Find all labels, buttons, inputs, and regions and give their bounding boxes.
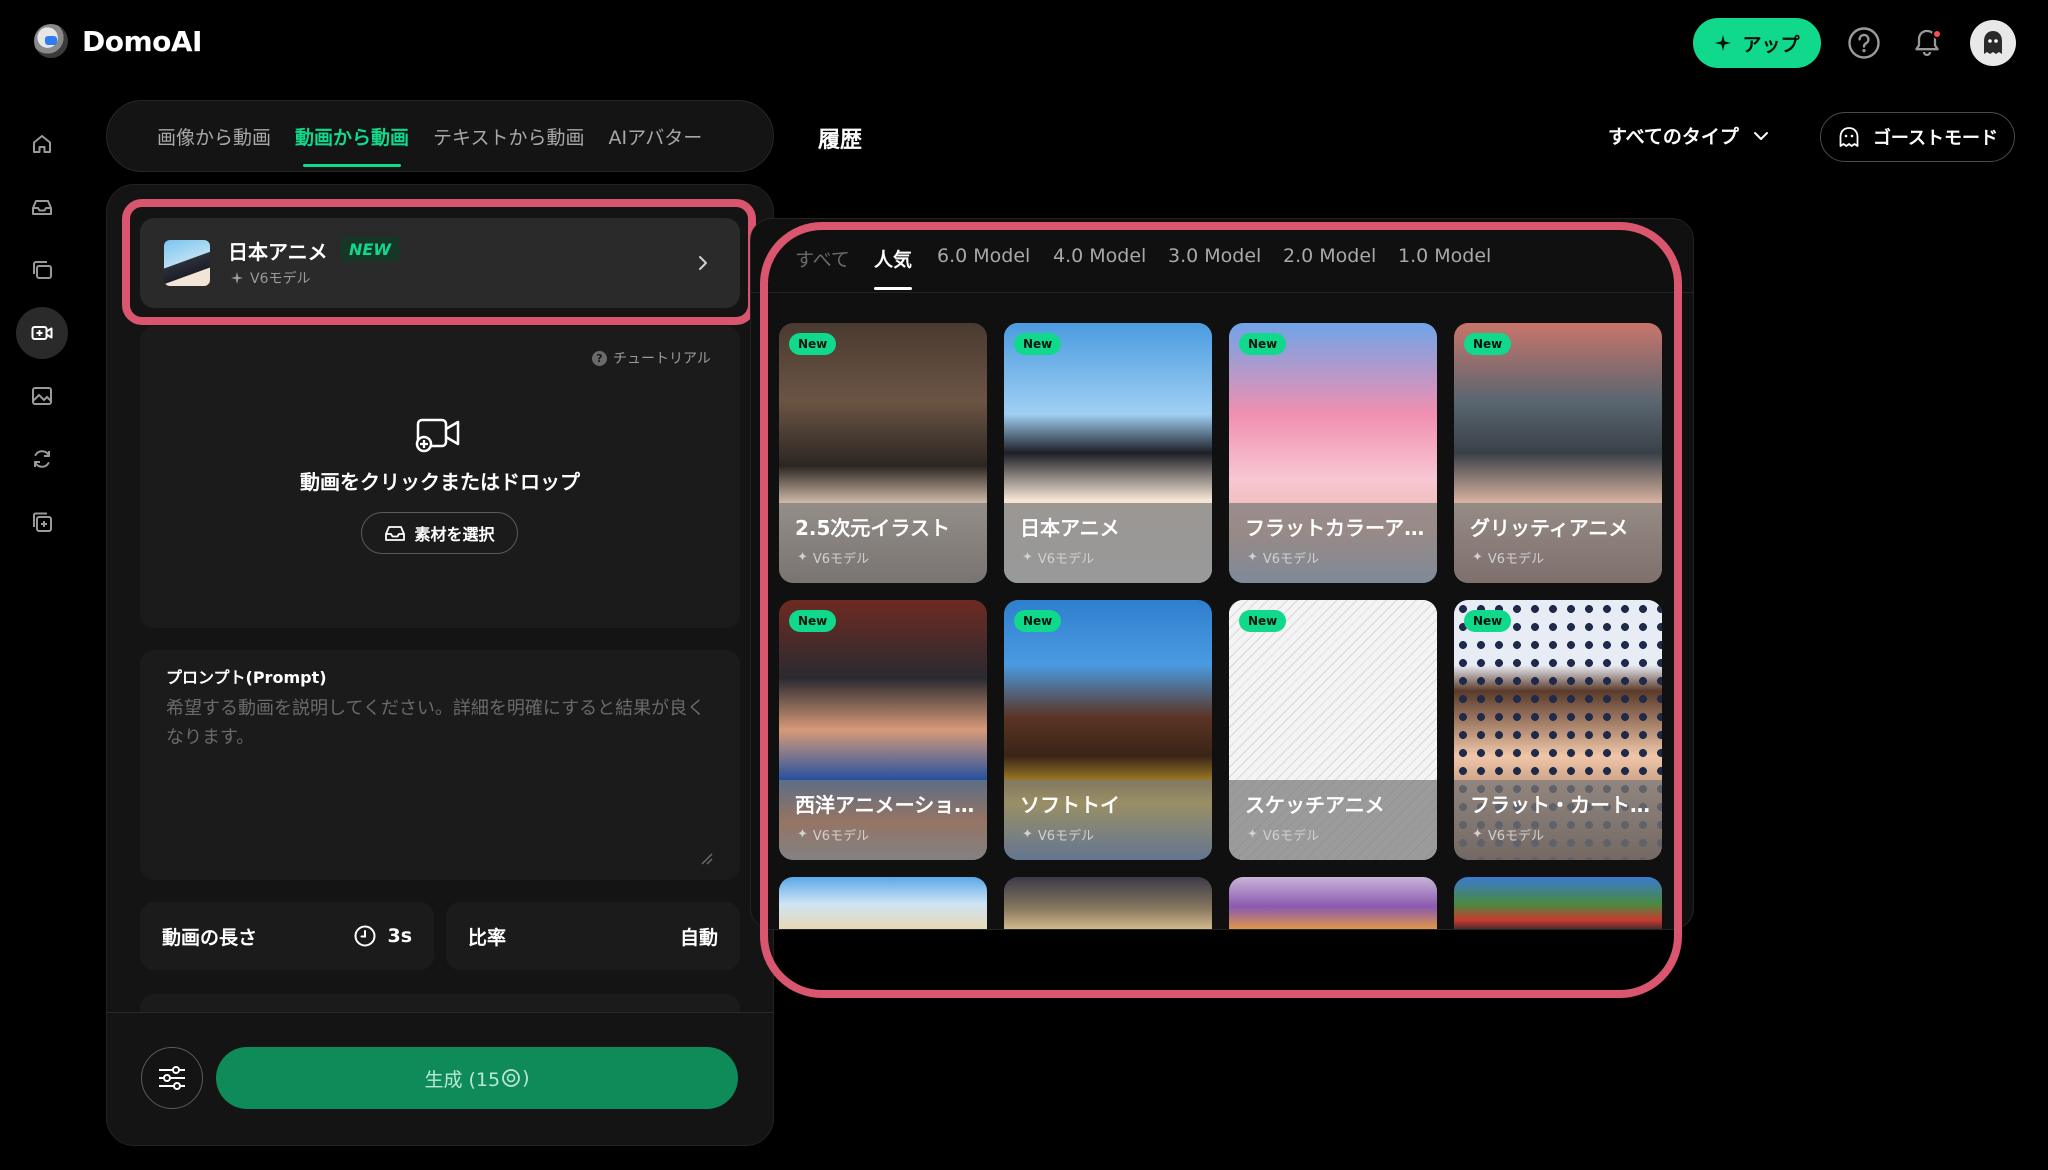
upgrade-label: アップ (1742, 33, 1800, 56)
sidebar-item-video-to-video[interactable] (16, 307, 68, 359)
select-material-button[interactable]: 素材を選択 (361, 512, 518, 554)
type-filter-dropdown[interactable]: すべてのタイプ (1608, 122, 1769, 149)
video-add-icon (31, 326, 53, 340)
refresh-icon (34, 450, 50, 468)
logo[interactable]: DomoAI (34, 24, 202, 58)
generate-label: 生成 (15 (424, 1068, 501, 1091)
video-length-value: 3s (387, 925, 412, 947)
chevron-down-icon (1753, 131, 1768, 140)
highlight-box-style-picker (760, 222, 1682, 998)
sidebar-item-copy[interactable] (16, 496, 68, 548)
aspect-ratio-label: 比率 (468, 926, 507, 949)
image-icon (32, 387, 52, 405)
sidebar-item-home[interactable] (16, 118, 68, 170)
credit-coin-icon (502, 1069, 521, 1087)
sidebar-item-layers[interactable] (16, 244, 68, 296)
tutorial-label: チュートリアル (613, 351, 711, 367)
notification-dot (1932, 29, 1942, 39)
panel-divider (107, 1012, 773, 1013)
video-length-setting[interactable]: 動画の長さ 3s (140, 902, 434, 970)
question-circle-icon (1848, 27, 1880, 59)
video-length-label: 動画の長さ (162, 926, 258, 949)
inbox-icon (385, 526, 406, 541)
logo-text: DomoAI (82, 24, 202, 58)
notifications-button[interactable] (1908, 24, 1946, 62)
inbox-icon (32, 200, 52, 215)
avatar[interactable] (1970, 20, 2016, 66)
sidebar-item-image[interactable] (16, 370, 68, 422)
prompt-label: プロンプト(Prompt) (166, 668, 327, 687)
prompt-input[interactable] (166, 694, 718, 864)
sidebar (16, 118, 68, 559)
home-icon (33, 135, 51, 153)
help-button[interactable] (1845, 24, 1883, 62)
mode-tabs: 画像から動画 動画から動画 テキストから動画 AIアバター (106, 100, 774, 172)
logo-mark-icon (34, 24, 68, 58)
ghost-icon (1839, 127, 1859, 147)
ghost-mode-button[interactable]: ゴーストモード (1820, 112, 2015, 162)
aspect-ratio-value: 自動 (679, 926, 718, 949)
sparkle-icon (1715, 35, 1732, 51)
history-title: 履歴 (818, 128, 863, 153)
sliders-icon (159, 1066, 185, 1090)
advanced-settings-button[interactable] (141, 1047, 203, 1109)
tab-text-to-video[interactable]: テキストから動画 (433, 100, 584, 172)
top-bar: DomoAI アップ (0, 0, 2048, 86)
video-length-value-wrap: 3s (353, 924, 412, 948)
ghost-avatar-icon (1984, 31, 2002, 54)
generate-button[interactable]: 生成 (15 ) (216, 1047, 738, 1109)
highlight-box-style-selector (122, 199, 756, 325)
tab-ai-avatar[interactable]: AIアバター (608, 100, 702, 172)
copy-plus-icon (33, 512, 52, 532)
question-icon: ? (592, 350, 607, 366)
next-setting-row (140, 994, 740, 1012)
layers-icon (33, 261, 52, 279)
sidebar-item-inbox[interactable] (16, 181, 68, 233)
type-filter-label: すべてのタイプ (1608, 126, 1739, 148)
tutorial-link[interactable]: ? チュートリアル (592, 348, 711, 368)
sidebar-item-refresh[interactable] (16, 433, 68, 485)
aspect-ratio-setting[interactable]: 比率 自動 (446, 902, 740, 970)
video-upload-icon (415, 418, 460, 453)
ghost-mode-label: ゴーストモード (1872, 128, 1999, 149)
resize-handle-icon[interactable] (700, 852, 714, 866)
upload-instruction: 動画をクリックまたはドロップ (300, 470, 580, 494)
select-material-label: 素材を選択 (414, 525, 495, 544)
clock-icon (354, 925, 376, 947)
tab-video-to-video[interactable]: 動画から動画 (295, 100, 409, 172)
tab-image-to-video[interactable]: 画像から動画 (157, 100, 271, 172)
upgrade-button[interactable]: アップ (1693, 18, 1821, 68)
generate-label-suffix: ) (522, 1067, 530, 1089)
